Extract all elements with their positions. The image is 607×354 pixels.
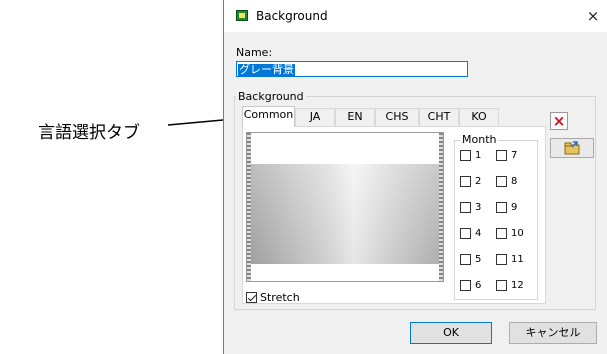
name-input-value: グレー背景 bbox=[238, 63, 295, 76]
month-checkbox-7[interactable]: 7 bbox=[496, 150, 517, 164]
month-checkbox-4[interactable]: 4 bbox=[460, 228, 481, 242]
month-checkbox-12[interactable]: 12 bbox=[496, 280, 524, 294]
tab-ko[interactable]: KO bbox=[459, 108, 499, 126]
import-image-button[interactable] bbox=[550, 138, 594, 158]
name-input[interactable]: グレー背景 bbox=[236, 61, 468, 77]
month-number: 8 bbox=[511, 176, 518, 187]
month-number: 3 bbox=[475, 202, 482, 213]
stretch-checkbox[interactable]: Stretch bbox=[246, 290, 300, 304]
background-dialog: Background × Name: グレー背景 Background Comm… bbox=[223, 0, 607, 354]
checkbox-box[interactable] bbox=[460, 228, 471, 239]
checkbox-box[interactable] bbox=[496, 228, 507, 239]
stretch-checkbox-box[interactable] bbox=[246, 291, 257, 303]
title-bar: Background × bbox=[224, 0, 607, 32]
checkbox-box[interactable] bbox=[460, 176, 471, 187]
checkbox-box[interactable] bbox=[460, 202, 471, 213]
dialog-title: Background bbox=[256, 9, 328, 23]
month-number: 12 bbox=[511, 280, 524, 291]
month-checkbox-10[interactable]: 10 bbox=[496, 228, 524, 242]
month-checkbox-6[interactable]: 6 bbox=[460, 280, 481, 294]
month-checkbox-1[interactable]: 1 bbox=[460, 150, 481, 164]
tab-cht[interactable]: CHT bbox=[419, 108, 459, 126]
month-number: 10 bbox=[511, 228, 524, 239]
background-preview[interactable] bbox=[246, 132, 444, 282]
cancel-button[interactable]: キャンセル bbox=[509, 322, 597, 344]
delete-button[interactable]: × bbox=[550, 112, 568, 130]
tab-en[interactable]: EN bbox=[335, 108, 375, 126]
month-number: 9 bbox=[511, 202, 518, 213]
close-icon[interactable]: × bbox=[578, 0, 607, 32]
month-checkbox-3[interactable]: 3 bbox=[460, 202, 481, 216]
name-label: Name: bbox=[236, 46, 273, 59]
delete-icon: × bbox=[552, 112, 566, 130]
month-checkbox-8[interactable]: 8 bbox=[496, 176, 517, 190]
tab-chs[interactable]: CHS bbox=[375, 108, 419, 126]
month-checkbox-11[interactable]: 11 bbox=[496, 254, 524, 268]
callout-label: 言語選択タブ bbox=[38, 123, 140, 143]
month-number: 7 bbox=[511, 150, 518, 161]
gray-background-image bbox=[251, 164, 439, 264]
tab-ja[interactable]: JA bbox=[295, 108, 335, 126]
month-checkbox-2[interactable]: 2 bbox=[460, 176, 481, 190]
checkbox-box[interactable] bbox=[496, 176, 507, 187]
stretch-label: Stretch bbox=[260, 290, 300, 304]
window-app-icon bbox=[236, 10, 248, 21]
month-number: 2 bbox=[475, 176, 482, 187]
month-group-label: Month bbox=[460, 133, 499, 146]
checkbox-box[interactable] bbox=[496, 202, 507, 213]
month-number: 1 bbox=[475, 150, 482, 161]
preview-border-right bbox=[439, 133, 443, 281]
checkbox-box[interactable] bbox=[460, 280, 471, 291]
month-checkbox-5[interactable]: 5 bbox=[460, 254, 481, 268]
month-group-box bbox=[454, 140, 538, 300]
background-group-label: Background bbox=[236, 90, 306, 103]
tab-common[interactable]: Common bbox=[242, 106, 295, 127]
checkbox-box[interactable] bbox=[496, 280, 507, 291]
month-number: 4 bbox=[475, 228, 482, 239]
month-number: 5 bbox=[475, 254, 482, 265]
month-checkbox-9[interactable]: 9 bbox=[496, 202, 517, 216]
ok-button[interactable]: OK bbox=[410, 322, 492, 344]
month-number: 6 bbox=[475, 280, 482, 291]
month-number: 11 bbox=[511, 254, 524, 265]
import-image-icon bbox=[564, 141, 580, 155]
checkbox-box[interactable] bbox=[496, 254, 507, 265]
checkbox-box[interactable] bbox=[460, 150, 471, 161]
checkbox-box[interactable] bbox=[496, 150, 507, 161]
checkbox-box[interactable] bbox=[460, 254, 471, 265]
